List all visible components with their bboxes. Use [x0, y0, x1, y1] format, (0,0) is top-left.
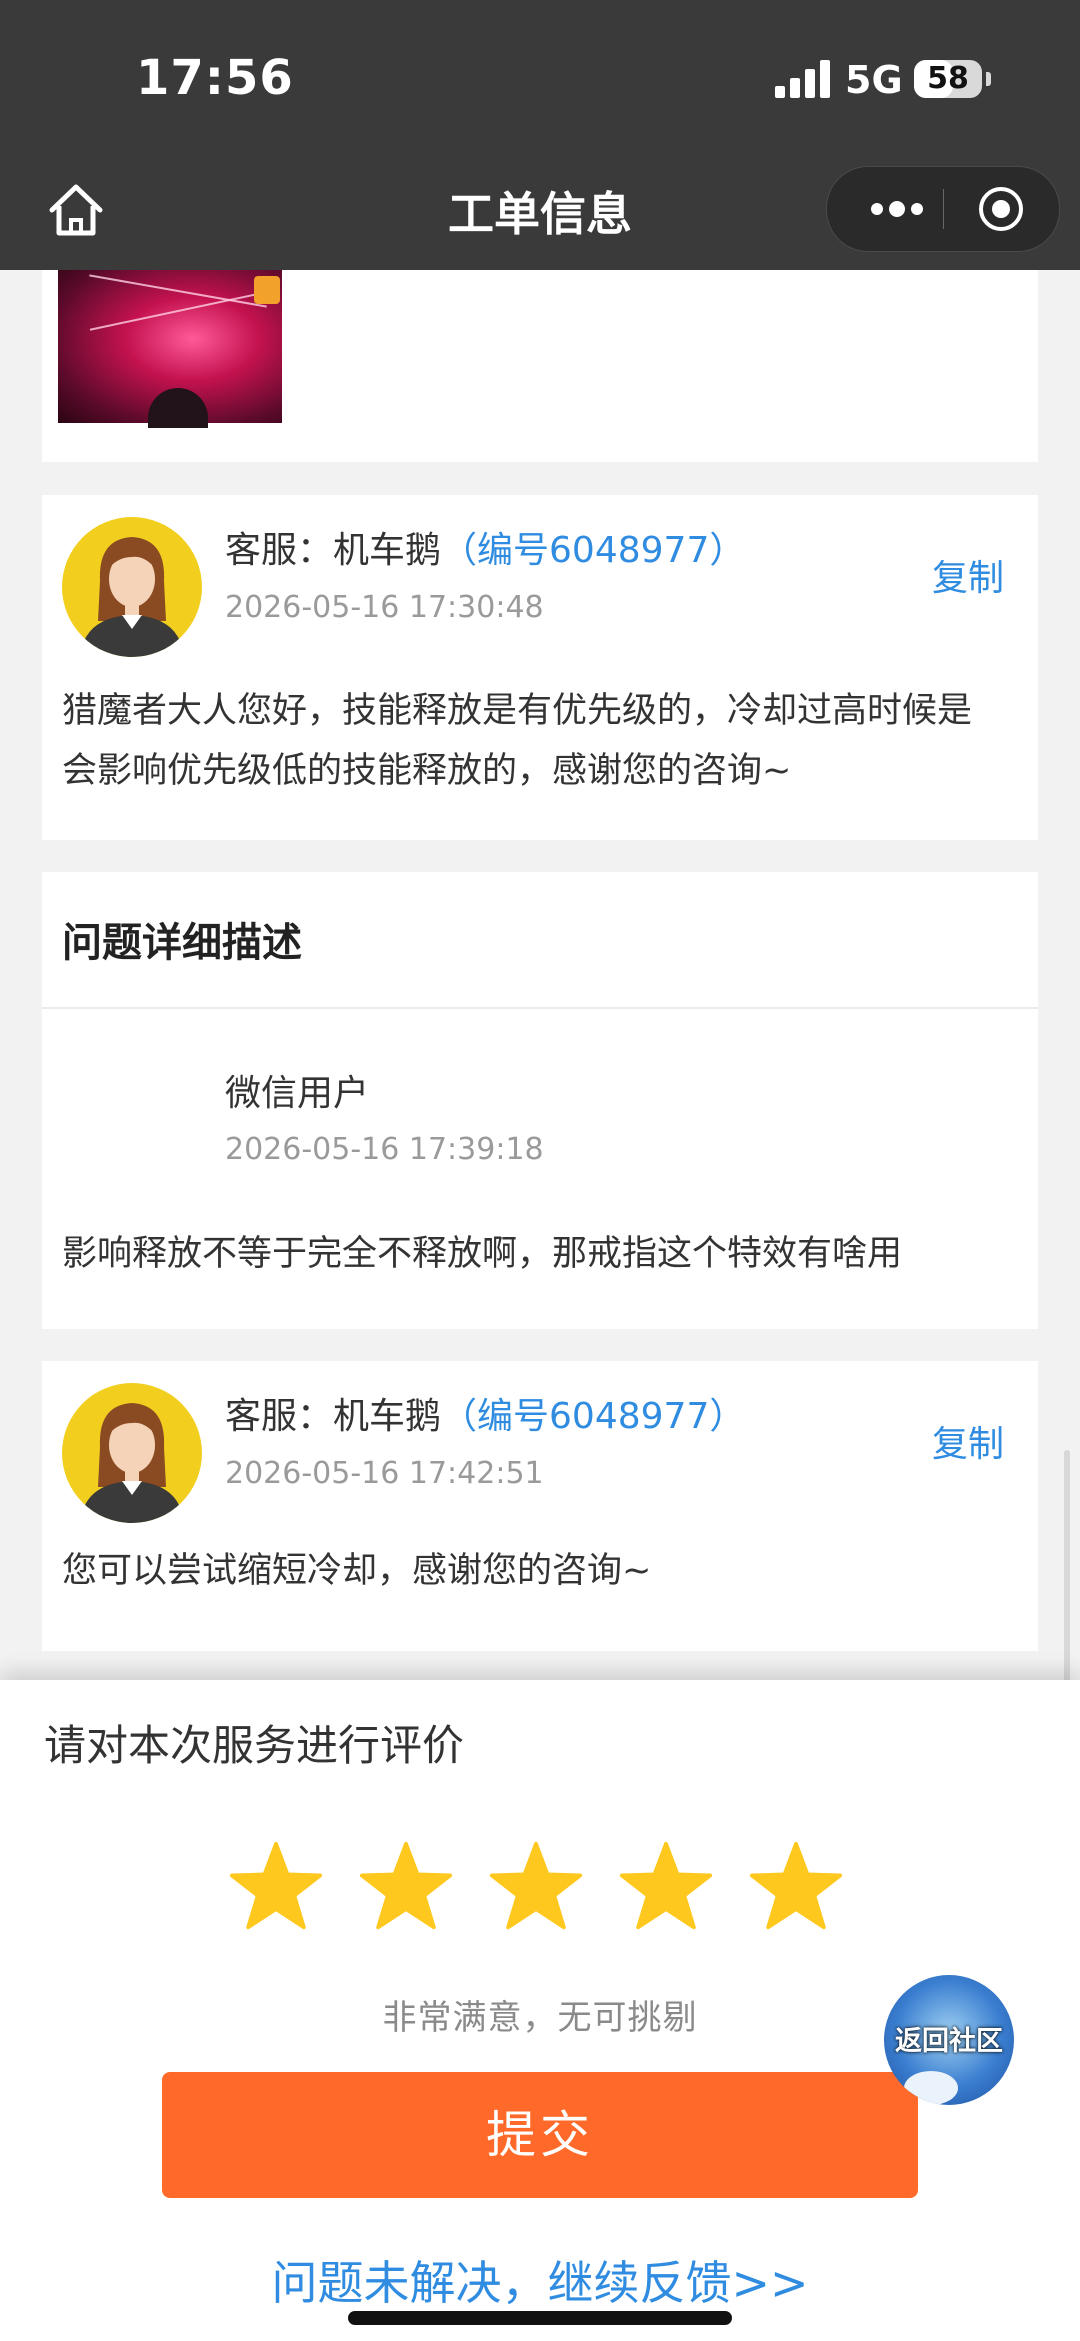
battery-percent: 58 — [927, 61, 969, 96]
rating-title: 请对本次服务进行评价 — [44, 1721, 465, 1770]
status-time: 17:56 — [136, 50, 294, 106]
image-beam — [89, 291, 267, 331]
network-type: 5G — [845, 58, 903, 102]
agent-id: （编号6048977） — [441, 1396, 746, 1437]
submit-button[interactable]: 提交 — [162, 2072, 918, 2198]
reply-time: 2026-05-16 17:30:48 — [225, 590, 544, 625]
capsule-divider — [943, 189, 944, 229]
star-icon[interactable] — [228, 1838, 324, 1934]
mascot-icon — [904, 2071, 958, 2105]
agent-reply-card: 客服：机车鹅（编号6048977） 2026-05-16 17:30:48 复制… — [42, 495, 1038, 840]
agent-name: 客服：机车鹅 — [225, 1396, 442, 1437]
star-icon[interactable] — [618, 1838, 714, 1934]
battery-icon: 58 — [914, 60, 982, 98]
attachment-card — [42, 270, 1038, 462]
agent-avatar — [62, 1383, 202, 1523]
reply-time: 2026-05-16 17:42:51 — [225, 1456, 544, 1491]
agent-message: 您可以尝试缩短冷却，感谢您的咨询~ — [62, 1551, 652, 1591]
copy-button[interactable]: 复制 — [932, 1415, 1004, 1467]
agent-name-line: 客服：机车鹅（编号6048977） — [225, 1387, 745, 1439]
return-community-label: 返回社区 — [895, 2026, 1003, 2057]
user-message: 影响释放不等于完全不释放啊，那戒指这个特效有啥用 — [62, 1234, 903, 1274]
copy-button[interactable]: 复制 — [932, 549, 1004, 601]
image-figure — [148, 388, 208, 428]
section-divider — [42, 1007, 1038, 1009]
agent-name-line: 客服：机车鹅（编号6048977） — [225, 521, 745, 573]
signal-icon — [775, 60, 831, 98]
user-name: 微信用户 — [225, 1073, 370, 1114]
battery-tip — [986, 72, 991, 86]
return-community-button[interactable]: 返回社区 — [884, 1975, 1014, 2105]
star-icon[interactable] — [748, 1838, 844, 1934]
agent-name: 客服：机车鹅 — [225, 530, 442, 571]
more-icon[interactable] — [857, 167, 937, 251]
image-badge — [254, 276, 280, 304]
agent-reply-card: 客服：机车鹅（编号6048977） 2026-05-16 17:42:51 复制… — [42, 1361, 1038, 1651]
scrollbar[interactable] — [1064, 1450, 1070, 1680]
attachment-image[interactable] — [58, 270, 282, 428]
home-indicator — [348, 2311, 732, 2325]
agent-id: （编号6048977） — [441, 530, 746, 571]
problem-detail-card: 问题详细描述 微信用户 2026-05-16 17:39:18 影响释放不等于完… — [42, 872, 1038, 1329]
agent-message: 猎魔者大人您好，技能释放是有优先级的，冷却过高时候是会影响优先级低的技能释放的，… — [62, 691, 973, 791]
close-miniprogram-icon[interactable] — [977, 185, 1025, 233]
ticket-content[interactable]: 客服：机车鹅（编号6048977） 2026-05-16 17:30:48 复制… — [0, 270, 1080, 1680]
star-icon[interactable] — [488, 1838, 584, 1934]
mini-program-capsule — [826, 166, 1060, 252]
star-icon[interactable] — [358, 1838, 454, 1934]
image-beam — [89, 274, 267, 308]
agent-avatar — [62, 517, 202, 657]
continue-feedback-link[interactable]: 问题未解决，继续反馈>> — [0, 2247, 1080, 2313]
section-title: 问题详细描述 — [62, 920, 302, 966]
top-bar: 17:56 5G 58 工单信息 — [0, 0, 1080, 270]
user-message-time: 2026-05-16 17:39:18 — [225, 1132, 544, 1167]
